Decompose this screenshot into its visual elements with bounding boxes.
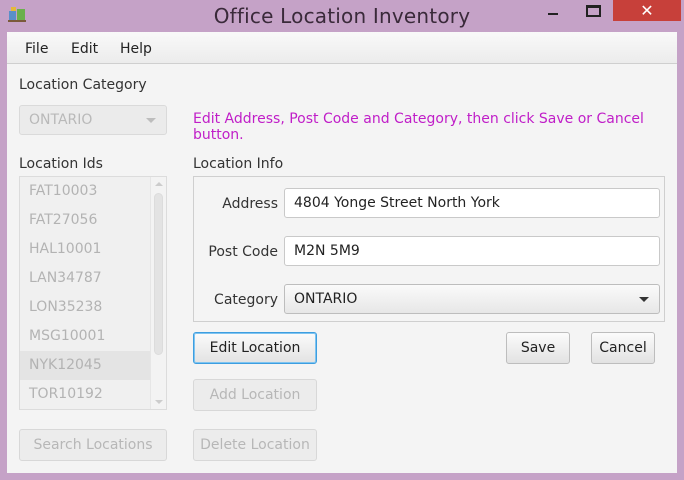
category-label: Category [214, 292, 278, 308]
minimize-button[interactable] [538, 0, 568, 21]
category-value: ONTARIO [294, 291, 358, 307]
post-code-input[interactable]: M2N 5M9 [284, 236, 660, 266]
menu-file[interactable]: File [25, 41, 48, 57]
search-locations-button[interactable]: Search Locations [19, 429, 167, 461]
title-bar[interactable]: Office Location Inventory ✕ [0, 0, 684, 32]
location-ids-label: Location Ids [19, 156, 103, 172]
address-input[interactable]: 4804 Yonge Street North York [284, 188, 660, 218]
instruction-text: Edit Address, Post Code and Category, th… [193, 111, 644, 143]
close-button[interactable]: ✕ [613, 0, 681, 21]
list-item-selected[interactable]: NYK12045 [20, 351, 150, 380]
list-item[interactable]: LON35238 [20, 293, 150, 322]
list-item[interactable]: FAT10003 [20, 177, 150, 206]
location-category-select[interactable]: ONTARIO [19, 105, 167, 135]
post-code-label: Post Code [208, 244, 278, 260]
category-select[interactable]: ONTARIO [284, 284, 660, 314]
cancel-button[interactable]: Cancel [591, 332, 655, 364]
menu-bar: File Edit Help [7, 32, 677, 64]
app-window: Office Location Inventory ✕ File Edit He… [0, 0, 684, 480]
maximize-button[interactable] [578, 0, 608, 21]
dropdown-arrow-icon [639, 297, 649, 302]
list-item[interactable]: LAN34787 [20, 264, 150, 293]
menu-help[interactable]: Help [120, 41, 152, 57]
menu-edit[interactable]: Edit [71, 41, 98, 57]
list-scrollbar[interactable] [150, 177, 166, 409]
scroll-down-icon[interactable] [155, 400, 163, 404]
address-label: Address [222, 196, 278, 212]
minimize-icon [548, 12, 558, 15]
delete-location-button[interactable]: Delete Location [193, 429, 317, 461]
location-ids-list[interactable]: FAT10003 FAT27056 HAL10001 LAN34787 LON3… [19, 176, 167, 410]
add-location-button[interactable]: Add Location [193, 379, 317, 411]
close-icon: ✕ [640, 1, 654, 20]
location-category-label: Location Category [19, 77, 147, 93]
list-item[interactable]: MSG10001 [20, 322, 150, 351]
scrollbar-thumb[interactable] [154, 193, 163, 355]
client-area: File Edit Help Location Category ONTARIO… [7, 32, 677, 473]
edit-location-button[interactable]: Edit Location [193, 332, 317, 364]
location-info-label: Location Info [193, 156, 284, 172]
dropdown-arrow-icon [146, 118, 156, 123]
maximize-icon [585, 4, 601, 17]
location-info-panel: Address 4804 Yonge Street North York Pos… [193, 176, 665, 322]
list-item[interactable]: HAL10001 [20, 235, 150, 264]
save-button[interactable]: Save [506, 332, 570, 364]
list-item[interactable]: TOR10192 [20, 380, 150, 409]
scroll-up-icon[interactable] [155, 182, 163, 186]
list-item[interactable]: FAT27056 [20, 206, 150, 235]
location-category-value: ONTARIO [29, 112, 93, 128]
